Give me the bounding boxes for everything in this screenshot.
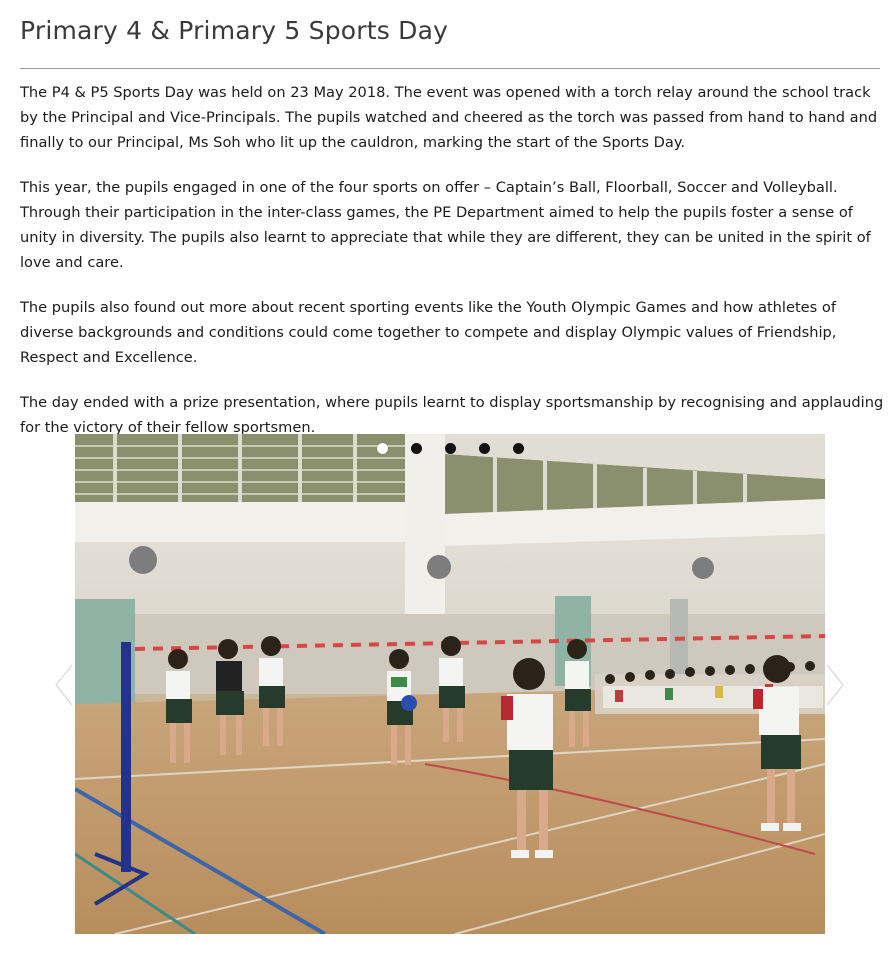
carousel-dot-2[interactable] bbox=[411, 443, 422, 454]
paragraph-1: The P4 & P5 Sports Day was held on 23 Ma… bbox=[20, 84, 878, 151]
carousel-photo bbox=[75, 434, 825, 934]
carousel-prev-button[interactable] bbox=[52, 663, 76, 707]
paragraph-4: The day ended with a prize presentation,… bbox=[20, 394, 884, 436]
title-divider bbox=[20, 68, 880, 69]
carousel-dot-1[interactable] bbox=[377, 443, 388, 454]
chevron-right-icon bbox=[825, 663, 845, 707]
carousel-pagination bbox=[75, 443, 825, 455]
paragraph-2: This year, the pupils engaged in one of … bbox=[20, 179, 871, 271]
carousel-dot-3[interactable] bbox=[445, 443, 456, 454]
carousel-next-button[interactable] bbox=[823, 663, 847, 707]
carousel-dot-5[interactable] bbox=[513, 443, 524, 454]
page-title: Primary 4 & Primary 5 Sports Day bbox=[20, 16, 449, 45]
image-carousel[interactable] bbox=[75, 434, 825, 934]
carousel-dot-4[interactable] bbox=[479, 443, 490, 454]
article-body: The P4 & P5 Sports Day was held on 23 Ma… bbox=[20, 80, 886, 460]
chevron-left-icon bbox=[54, 663, 74, 707]
paragraph-3: The pupils also found out more about rec… bbox=[20, 299, 837, 366]
